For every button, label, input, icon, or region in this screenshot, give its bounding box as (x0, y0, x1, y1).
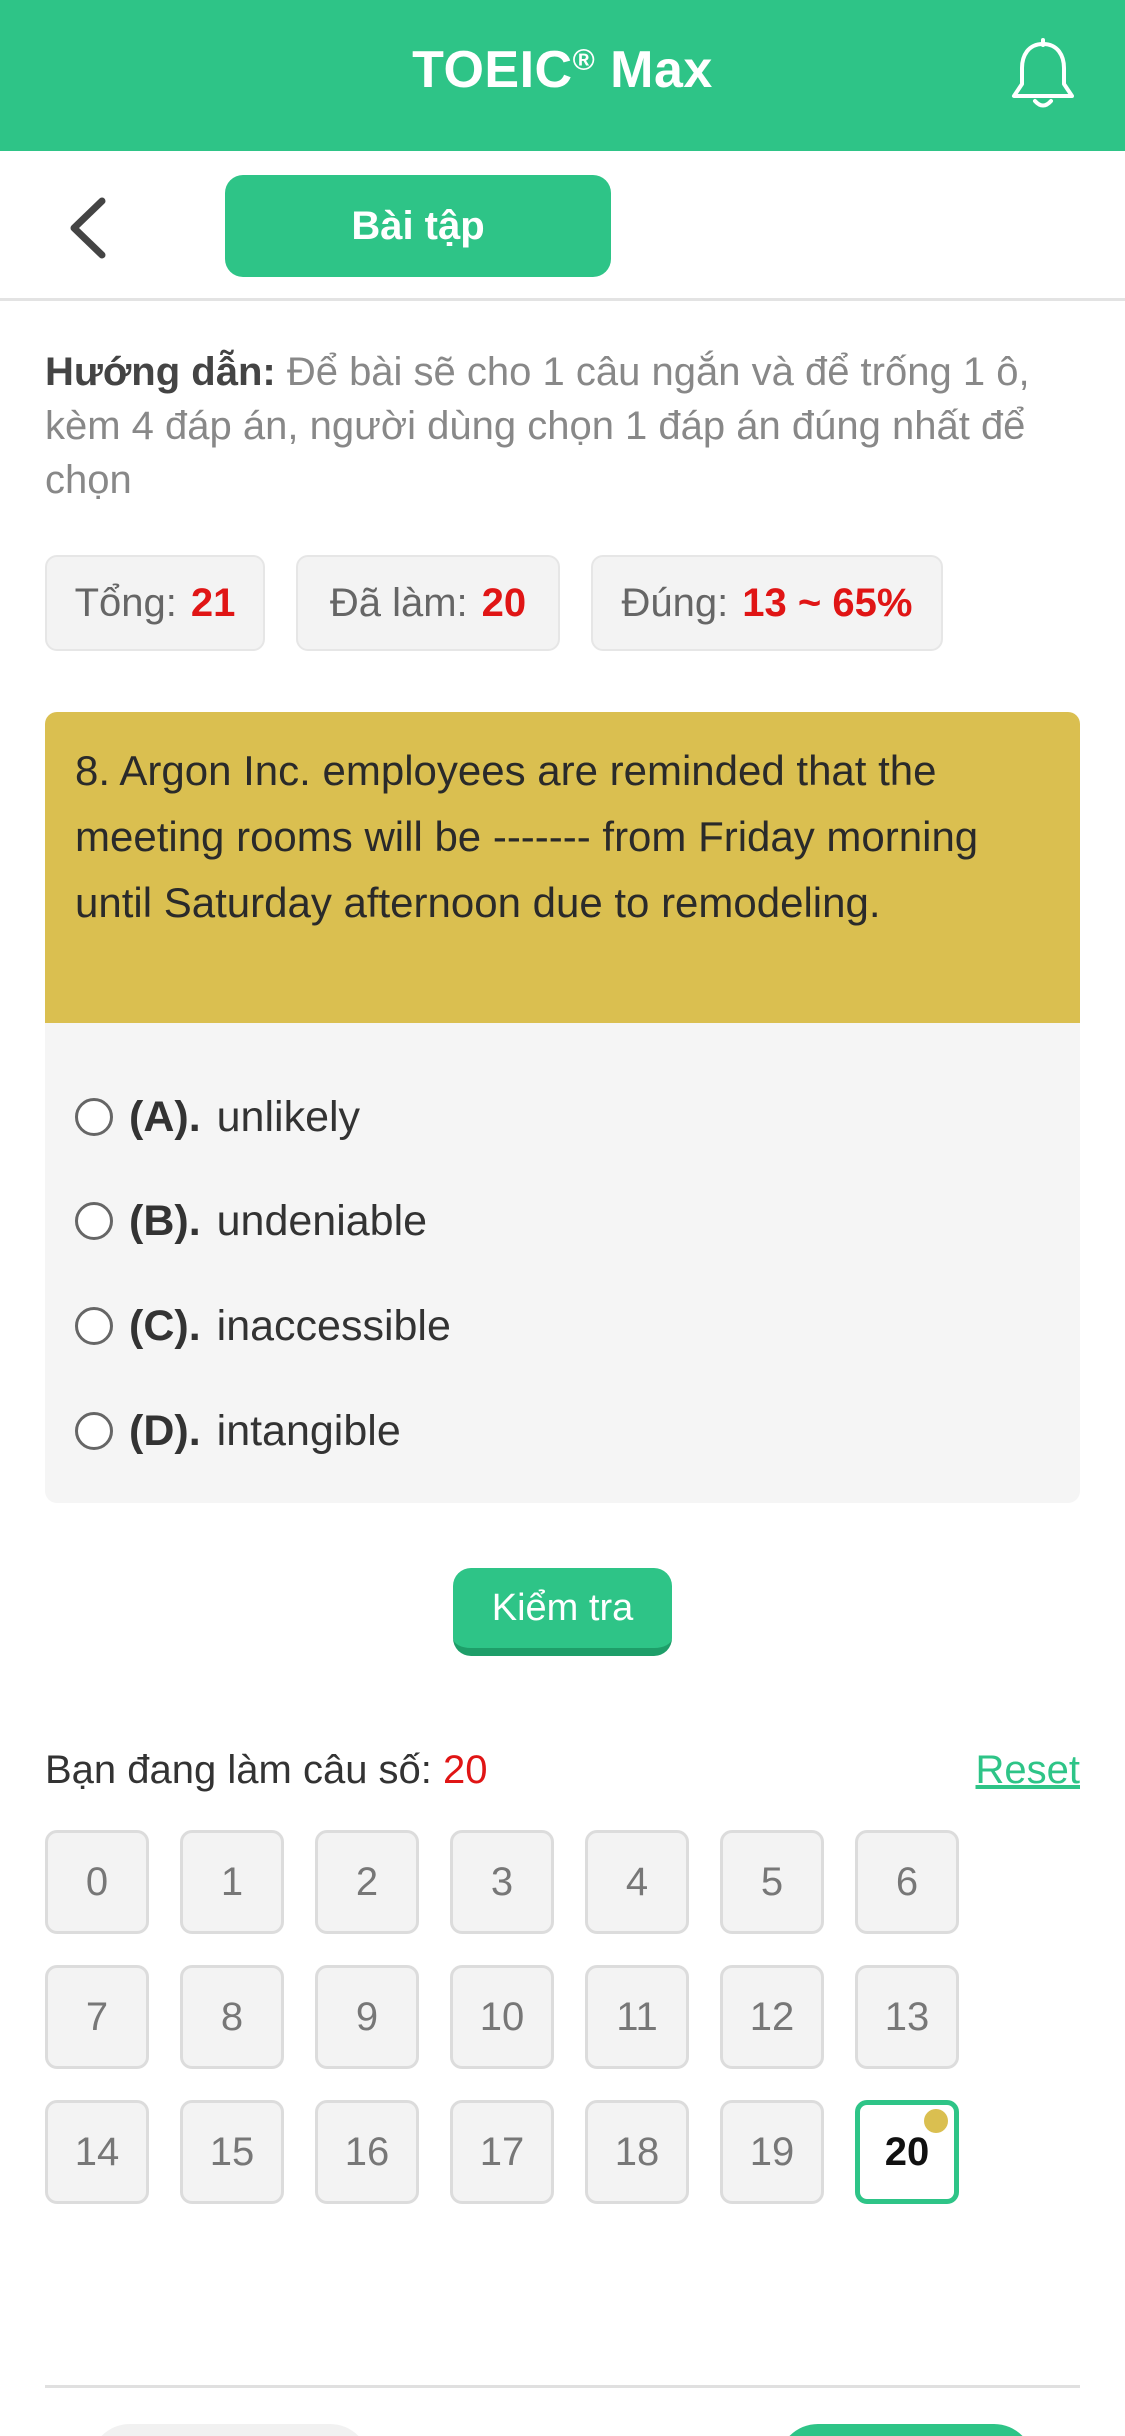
progress-label: Bạn đang làm câu số: 20 (45, 1748, 488, 1792)
radio-button[interactable] (75, 1098, 113, 1136)
stat-total: Tổng: 21 (45, 555, 265, 651)
question-cell[interactable]: 6 (855, 1830, 959, 1934)
stat-done: Đã làm: 20 (296, 555, 560, 651)
question-cell[interactable]: 17 (450, 2100, 554, 2204)
question-cell[interactable]: 3 (450, 1830, 554, 1934)
radio-button[interactable] (75, 1202, 113, 1240)
previous-button[interactable] (90, 2424, 370, 2436)
question-cell[interactable]: 7 (45, 1965, 149, 2069)
question-cell[interactable]: 18 (585, 2100, 689, 2204)
question-cell[interactable]: 19 (720, 2100, 824, 2204)
option-b[interactable]: (B). undeniable (75, 1186, 975, 1256)
answer-options: (A). unlikely (B). undeniable (C). inacc… (45, 1023, 1080, 1503)
question-text: 8. Argon Inc. employees are reminded tha… (45, 712, 1080, 1023)
bell-icon[interactable] (1008, 38, 1078, 112)
chevron-left-icon[interactable] (60, 193, 120, 263)
app-header: TOEIC® Max (0, 0, 1125, 151)
radio-button[interactable] (75, 1307, 113, 1345)
question-cell[interactable]: 0 (45, 1830, 149, 1934)
question-cell[interactable]: 1 (180, 1830, 284, 1934)
next-button[interactable] (778, 2424, 1034, 2436)
question-cell[interactable]: 13 (855, 1965, 959, 2069)
sub-header: Bài tập (0, 151, 1125, 301)
reset-link[interactable]: Reset (976, 1748, 1081, 1793)
question-cell[interactable]: 14 (45, 2100, 149, 2204)
question-cell[interactable]: 15 (180, 2100, 284, 2204)
question-cell[interactable]: 8 (180, 1965, 284, 2069)
question-cell[interactable]: 11 (585, 1965, 689, 2069)
option-c[interactable]: (C). inaccessible (75, 1291, 975, 1361)
radio-button[interactable] (75, 1412, 113, 1450)
divider (45, 2385, 1080, 2388)
option-d[interactable]: (D). intangible (75, 1396, 975, 1466)
question-cell[interactable]: 10 (450, 1965, 554, 2069)
question-grid: 0 1 2 3 4 5 6 7 8 9 10 11 12 13 14 15 16… (45, 1830, 1095, 2210)
status-dot (924, 2109, 948, 2133)
stat-correct: Đúng: 13 ~ 65% (591, 555, 943, 651)
question-cell-current[interactable]: 20 (855, 2100, 959, 2204)
question-cell[interactable]: 5 (720, 1830, 824, 1934)
question-cell[interactable]: 9 (315, 1965, 419, 2069)
question-cell[interactable]: 16 (315, 2100, 419, 2204)
app-title: TOEIC® Max (412, 41, 713, 99)
tab-exercise[interactable]: Bài tập (225, 175, 611, 277)
option-a[interactable]: (A). unlikely (75, 1082, 975, 1152)
question-cell[interactable]: 2 (315, 1830, 419, 1934)
question-cell[interactable]: 4 (585, 1830, 689, 1934)
instructions: Hướng dẫn: Để bài sẽ cho 1 câu ngắn và đ… (45, 350, 1030, 502)
check-button[interactable]: Kiểm tra (453, 1568, 672, 1656)
question-cell[interactable]: 12 (720, 1965, 824, 2069)
